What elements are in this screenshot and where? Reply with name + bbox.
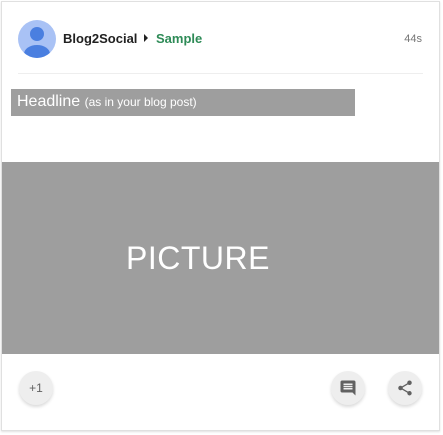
- avatar[interactable]: [18, 20, 56, 58]
- comment-button[interactable]: [331, 371, 365, 405]
- share-icon: [398, 380, 412, 396]
- headline-text: Headline: [17, 93, 81, 110]
- plus-one-button[interactable]: +1: [19, 371, 53, 405]
- person-icon: [24, 27, 50, 58]
- headline: Headline (as in your blog post): [17, 93, 197, 111]
- share-button[interactable]: [388, 371, 422, 405]
- picture-placeholder[interactable]: PICTURE: [2, 162, 439, 354]
- picture-label: PICTURE: [126, 240, 270, 276]
- caret-right-icon: [144, 34, 148, 42]
- post-card: Blog2Social Sample 44s Headline (as in y…: [1, 1, 440, 431]
- header-divider: [18, 73, 423, 74]
- audience-label[interactable]: Sample: [156, 31, 202, 46]
- post-timestamp[interactable]: 44s: [404, 33, 422, 45]
- post-header: Blog2Social Sample 44s: [2, 2, 439, 74]
- comment-icon: [340, 380, 356, 396]
- post-footer: +1: [2, 354, 439, 430]
- headline-subtext: (as in your blog post): [84, 95, 197, 109]
- headline-box: Headline (as in your blog post): [11, 89, 355, 116]
- author-name[interactable]: Blog2Social: [63, 31, 137, 46]
